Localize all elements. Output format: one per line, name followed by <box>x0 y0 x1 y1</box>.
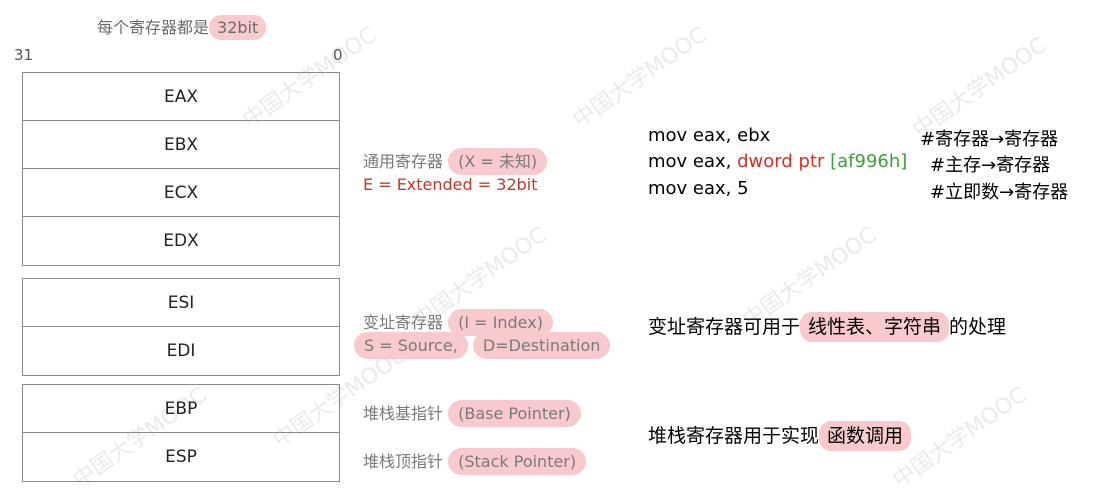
page-title: 每个寄存器都是 32bit <box>97 14 267 40</box>
register-esp: ESP <box>165 447 197 467</box>
index-desc-suffix: 的处理 <box>949 316 1007 338</box>
code-line-2-prefix: mov eax, <box>648 151 738 172</box>
index-register-description: 变址寄存器可用于 线性表、字符串 的处理 <box>648 312 1007 342</box>
watermark: 中国大学MOOC <box>568 22 712 134</box>
register-esi: ESI <box>23 279 339 327</box>
code-comment-3: #立即数→寄存器 <box>930 182 1069 203</box>
extended-note: E = Extended = 32bit <box>363 175 538 194</box>
index-desc-prefix: 变址寄存器可用于 <box>648 316 801 338</box>
stack-pointer-note: 堆栈顶指针 (Stack Pointer) <box>363 448 587 475</box>
index-register-group: ESI EDI <box>22 278 340 376</box>
general-register-note: 通用寄存器 (X = 未知) <box>363 148 548 175</box>
general-register-label: 通用寄存器 <box>363 152 444 171</box>
base-pointer-pill: (Base Pointer) <box>448 400 581 427</box>
general-register-pill: (X = 未知) <box>448 148 548 175</box>
stack-register-description: 堆栈寄存器用于实现 函数调用 <box>648 421 912 451</box>
index-register-label: 变址寄存器 <box>363 313 444 332</box>
code-line-3: mov eax, 5 <box>648 178 749 199</box>
title-text: 每个寄存器都是 <box>97 18 210 37</box>
index-register-note: 变址寄存器 (I = Index) <box>363 309 553 336</box>
register-ebx: EBX <box>23 121 339 169</box>
base-pointer-note: 堆栈基指针 (Base Pointer) <box>363 400 581 427</box>
bit-low-label: 0 <box>333 46 343 64</box>
general-register-group: EAX EBX ECX EDX <box>22 72 340 266</box>
register-edi: EDI <box>166 341 196 361</box>
stack-pointer-label: 堆栈顶指针 <box>363 452 444 471</box>
stack-desc-highlight: 函数调用 <box>819 421 912 451</box>
code-line-1: mov eax, ebx <box>648 125 771 146</box>
register-ebp: EBP <box>23 385 339 433</box>
register-edx: EDX <box>163 231 199 251</box>
stack-pointer-pill: (Stack Pointer) <box>448 448 587 475</box>
code-line-2: mov eax, dword ptr [af996h] <box>648 151 907 172</box>
register-ecx: ECX <box>23 169 339 217</box>
stack-desc-prefix: 堆栈寄存器用于实现 <box>648 425 820 447</box>
title-highlight: 32bit <box>209 15 267 40</box>
bit-high-label: 31 <box>14 46 34 64</box>
code-comment-2: #主存→寄存器 <box>930 155 1051 176</box>
index-source-dest-note: S = Source, D=Destination <box>354 332 611 359</box>
code-line-2-red: dword ptr <box>737 151 825 172</box>
stack-register-group: EBP ESP <box>22 384 340 482</box>
base-pointer-label: 堆栈基指针 <box>363 404 444 423</box>
register-eax: EAX <box>23 73 339 121</box>
index-desc-highlight: 线性表、字符串 <box>800 312 950 342</box>
code-comment-1: #寄存器→寄存器 <box>920 129 1059 150</box>
destination-pill: D=Destination <box>472 332 611 359</box>
code-line-2-green: [af996h] <box>824 151 908 172</box>
source-pill: S = Source, <box>354 332 468 359</box>
